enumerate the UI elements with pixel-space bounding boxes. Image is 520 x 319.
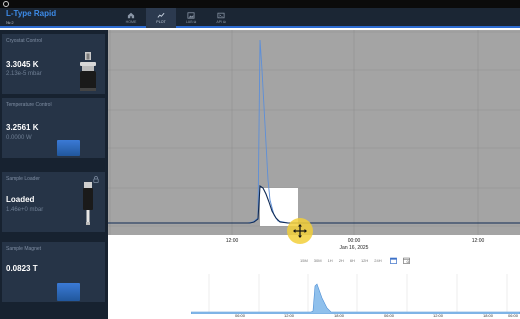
- tab-api[interactable]: API ⧉: [206, 8, 236, 28]
- cryostat-device-icon: [80, 52, 96, 91]
- main-chart[interactable]: [108, 30, 520, 235]
- range-24h[interactable]: 24H: [372, 257, 383, 264]
- card-sample-magnet[interactable]: Sample Magnet 0.0823 T: [2, 242, 105, 302]
- card-cryostat-control[interactable]: Cryostat Control 3.3045 K 2.13e-5 mbar: [2, 34, 105, 94]
- card-subvalue: 0.0000 W: [6, 135, 32, 141]
- app-title: L-Type Rapid: [6, 9, 57, 18]
- x-tick-label: 12:00: [471, 238, 485, 244]
- card-subvalue: 1.46e+0 mbar: [6, 207, 44, 213]
- x-tick-label: 12:00: [225, 238, 239, 244]
- series-line-secondary: [108, 39, 520, 224]
- calendar-range-icon[interactable]: [402, 257, 410, 264]
- image-icon: [187, 12, 195, 19]
- tab-plot-label: PLOT: [156, 20, 166, 24]
- cursor-highlight: [287, 218, 313, 244]
- calendar-icon[interactable]: [389, 257, 397, 264]
- series-line-primary: [108, 185, 520, 224]
- nav-tick-label: 06:00: [383, 313, 395, 318]
- card-title: Cryostat Control: [6, 38, 43, 44]
- status-ring-icon: [3, 1, 9, 7]
- tab-lab-label: LAB ⧉: [185, 20, 197, 24]
- range-30m[interactable]: 30M: [312, 257, 324, 264]
- card-value: 0.0823 T: [6, 264, 38, 273]
- nav-tick-label: 12:00: [432, 313, 444, 318]
- range-12h[interactable]: 12H: [359, 257, 370, 264]
- card-value: Loaded: [6, 195, 35, 204]
- chart-icon: [157, 12, 165, 18]
- range-1h[interactable]: 1H: [326, 257, 335, 264]
- range-6h[interactable]: 6H: [348, 257, 357, 264]
- chart-grid: [108, 30, 520, 235]
- tab-plot[interactable]: PLOT: [146, 8, 176, 28]
- range-selector: 15M 30M 1H 2H 6H 12H 24H: [298, 257, 410, 264]
- heater-block-icon: [57, 140, 80, 156]
- x-tick-label: 00:00: [347, 238, 361, 244]
- nav-tick-label: 06:00: [507, 313, 519, 318]
- card-value: 3.2561 K: [6, 123, 39, 132]
- card-title: Sample Magnet: [6, 246, 42, 252]
- nav-tick-label: 18:00: [482, 313, 494, 318]
- card-title: Temperature Control: [6, 102, 52, 108]
- tab-home-label: HOME: [125, 20, 137, 24]
- range-15m[interactable]: 15M: [298, 257, 310, 264]
- app-header: L-Type Rapid № 2 HOME PLOT LAB ⧉ API ⧉: [0, 8, 520, 28]
- x-date-label: Jan 16, 2025: [339, 245, 369, 251]
- nav-tabs: HOME PLOT LAB ⧉ API ⧉: [116, 8, 236, 28]
- nav-tick-label: 18:00: [333, 313, 345, 318]
- card-title: Sample Loader: [6, 176, 40, 182]
- tab-api-label: API ⧉: [216, 20, 226, 24]
- sample-rod-icon: [83, 182, 93, 225]
- card-subvalue: 2.13e-5 mbar: [6, 71, 42, 77]
- card-value: 3.3045 K: [6, 60, 39, 69]
- card-sample-loader[interactable]: Sample Loader Loaded 1.46e+0 mbar: [2, 172, 105, 232]
- navigator-chart[interactable]: [191, 274, 520, 314]
- nav-tick-label: 06:00: [234, 313, 246, 318]
- app-subtitle: № 2: [6, 20, 14, 25]
- tab-lab[interactable]: LAB ⧉: [176, 8, 206, 28]
- api-icon: [217, 12, 225, 19]
- home-icon: [127, 12, 135, 19]
- sidebar: Cryostat Control 3.3045 K 2.13e-5 mbar T…: [0, 30, 108, 319]
- nav-tick-label: 12:00: [283, 313, 295, 318]
- magnet-block-icon: [57, 283, 80, 301]
- tab-home[interactable]: HOME: [116, 8, 146, 28]
- range-2h[interactable]: 2H: [337, 257, 346, 264]
- plot-panel: 12:00 00:00 12:00 Jan 16, 2025 15M 30M 1…: [108, 30, 520, 319]
- os-top-bar: [0, 0, 520, 8]
- card-temperature-control[interactable]: Temperature Control 3.2561 K 0.0000 W: [2, 98, 105, 158]
